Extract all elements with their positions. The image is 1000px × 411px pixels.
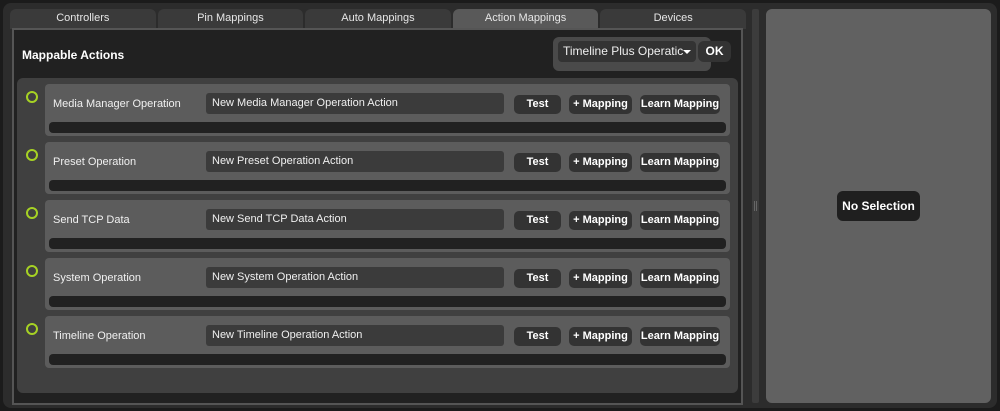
status-dot-icon (26, 323, 38, 335)
status-dot-icon (26, 149, 38, 161)
learn-mapping-button[interactable]: Learn Mapping (640, 153, 720, 172)
action-type-label: Media Manager Operation (53, 98, 181, 110)
actions-list: Media Manager Operation New Media Manage… (17, 78, 738, 393)
status-dot-icon (26, 265, 38, 277)
action-name-input[interactable]: New Media Manager Operation Action (206, 93, 504, 114)
action-name-input[interactable]: New System Operation Action (206, 267, 504, 288)
action-type-value: Timeline Plus Operatic (563, 44, 684, 58)
add-mapping-button[interactable]: + Mapping (569, 269, 632, 288)
section-title: Mappable Actions (22, 48, 125, 62)
status-dot-icon (26, 207, 38, 219)
add-mapping-button[interactable]: + Mapping (569, 95, 632, 114)
grip-icon (754, 201, 757, 211)
learn-mapping-button[interactable]: Learn Mapping (640, 95, 720, 114)
action-row[interactable]: Media Manager Operation New Media Manage… (45, 84, 730, 136)
status-dot-icon (26, 91, 38, 103)
dropdown-caret-icon (683, 50, 691, 54)
action-type-label: Preset Operation (53, 156, 137, 168)
mappings-bar (49, 296, 726, 307)
tab-devices[interactable]: Devices (600, 9, 746, 29)
panel-splitter[interactable] (752, 9, 759, 403)
mappings-bar (49, 122, 726, 133)
learn-mapping-button[interactable]: Learn Mapping (640, 269, 720, 288)
tab-action-mappings[interactable]: Action Mappings (452, 9, 599, 29)
learn-mapping-button[interactable]: Learn Mapping (640, 327, 720, 346)
test-button[interactable]: Test (514, 95, 561, 114)
action-row[interactable]: Timeline Operation New Timeline Operatio… (45, 316, 730, 368)
mappings-panel: Controllers Pin Mappings Auto Mappings A… (10, 9, 746, 405)
add-action-group: Timeline Plus Operatic OK (553, 37, 731, 71)
add-mapping-button[interactable]: + Mapping (569, 153, 632, 172)
test-button[interactable]: Test (514, 327, 561, 346)
action-row[interactable]: Preset Operation New Preset Operation Ac… (45, 142, 730, 194)
action-name-input[interactable]: New Preset Operation Action (206, 151, 504, 172)
action-type-label: System Operation (53, 272, 142, 284)
action-name-input[interactable]: New Send TCP Data Action (206, 209, 504, 230)
action-type-label: Timeline Operation (53, 330, 146, 342)
action-type-label: Send TCP Data (53, 214, 130, 226)
tab-pin-mappings[interactable]: Pin Mappings (157, 9, 304, 29)
inspector-panel: No Selection (766, 9, 991, 403)
test-button[interactable]: Test (514, 153, 561, 172)
tab-auto-mappings[interactable]: Auto Mappings (305, 9, 451, 29)
learn-mapping-button[interactable]: Learn Mapping (640, 211, 720, 230)
tab-content: Mappable Actions Timeline Plus Operatic … (12, 28, 743, 405)
add-mapping-button[interactable]: + Mapping (569, 327, 632, 346)
mappings-bar (49, 354, 726, 365)
mappings-bar (49, 180, 726, 191)
tab-controllers[interactable]: Controllers (10, 9, 156, 29)
action-type-select[interactable]: Timeline Plus Operatic (558, 41, 696, 62)
ok-button[interactable]: OK (698, 41, 731, 62)
action-name-input[interactable]: New Timeline Operation Action (206, 325, 504, 346)
no-selection-label: No Selection (837, 191, 920, 221)
tab-bar: Controllers Pin Mappings Auto Mappings A… (10, 9, 746, 29)
test-button[interactable]: Test (514, 269, 561, 288)
action-row[interactable]: System Operation New System Operation Ac… (45, 258, 730, 310)
action-row[interactable]: Send TCP Data New Send TCP Data Action T… (45, 200, 730, 252)
add-mapping-button[interactable]: + Mapping (569, 211, 632, 230)
test-button[interactable]: Test (514, 211, 561, 230)
mappings-bar (49, 238, 726, 249)
